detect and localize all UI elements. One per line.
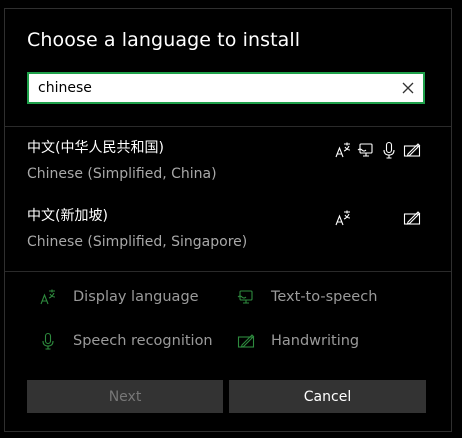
- next-button[interactable]: Next: [27, 380, 223, 413]
- divider: [5, 271, 451, 272]
- handwriting-icon: [400, 209, 423, 227]
- speech-recognition-icon: [377, 141, 400, 159]
- display-language-icon: [331, 141, 354, 159]
- legend-label: Speech recognition: [73, 333, 213, 349]
- language-english-name: Chinese (Simplified, Singapore): [27, 234, 248, 250]
- clear-icon[interactable]: [393, 74, 423, 102]
- text-to-speech-icon: [354, 141, 377, 159]
- search-input[interactable]: [29, 74, 393, 102]
- divider: [5, 126, 451, 127]
- handwriting-icon: [400, 141, 423, 159]
- language-feature-icons: [331, 209, 423, 227]
- language-item-singapore[interactable]: 中文(新加坡) Chinese (Simplified, Singapore): [5, 201, 451, 267]
- language-install-dialog: Choose a language to install 中文(中华人民共和国)…: [4, 8, 452, 432]
- legend-label: Text-to-speech: [271, 289, 378, 305]
- text-to-speech-icon: [235, 287, 257, 307]
- legend-text-to-speech: Text-to-speech: [235, 287, 377, 307]
- language-english-name: Chinese (Simplified, China): [27, 166, 217, 182]
- legend-handwriting: Handwriting: [235, 331, 359, 351]
- display-language-icon: [331, 209, 354, 227]
- language-item-china[interactable]: 中文(中华人民共和国) Chinese (Simplified, China): [5, 133, 451, 199]
- cancel-button[interactable]: Cancel: [229, 380, 426, 413]
- empty-feature-slot: [354, 209, 377, 227]
- search-box[interactable]: [27, 72, 425, 104]
- display-language-icon: [37, 287, 59, 307]
- handwriting-icon: [235, 331, 257, 351]
- speech-recognition-icon: [37, 331, 59, 351]
- empty-feature-slot: [377, 209, 400, 227]
- dialog-title: Choose a language to install: [27, 29, 301, 51]
- language-native-name: 中文(新加坡): [27, 208, 108, 224]
- language-feature-icons: [331, 141, 423, 159]
- legend-speech-recognition: Speech recognition: [37, 331, 213, 351]
- legend-label: Handwriting: [271, 333, 360, 349]
- language-native-name: 中文(中华人民共和国): [27, 140, 164, 156]
- legend-display-language: Display language: [37, 287, 199, 307]
- legend-label: Display language: [73, 289, 199, 305]
